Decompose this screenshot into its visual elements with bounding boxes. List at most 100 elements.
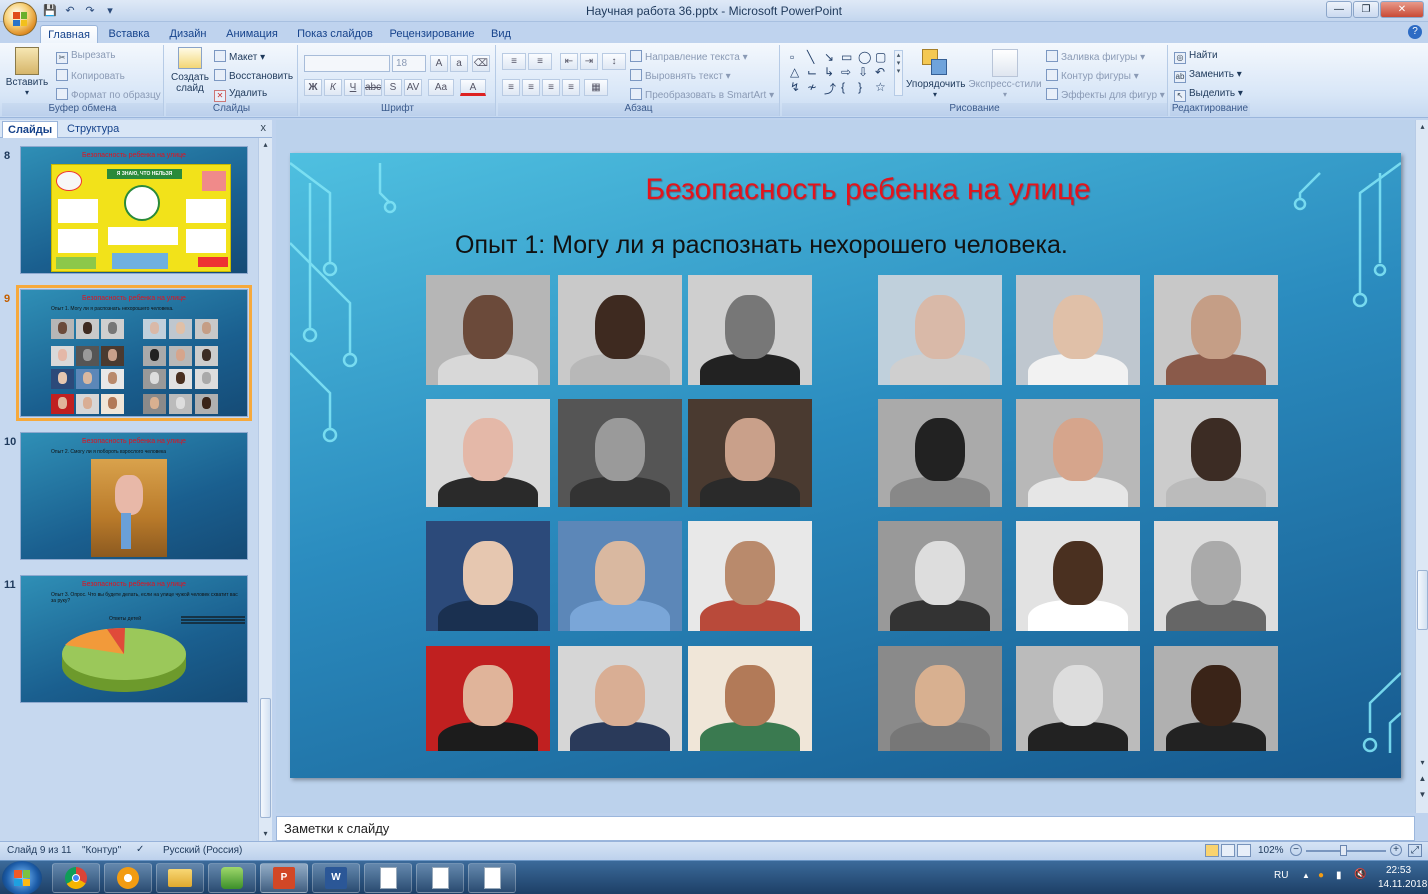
start-button[interactable]: [2, 861, 42, 894]
brace-right-shape-icon[interactable]: }: [858, 80, 875, 95]
elbow-arrow-shape-icon[interactable]: ↳: [824, 65, 841, 80]
zoom-out-icon[interactable]: −: [1290, 844, 1302, 856]
face-photo[interactable]: [878, 399, 1002, 507]
slide-title[interactable]: Безопасность ребенка на улице: [290, 173, 1401, 207]
arc-shape-icon[interactable]: ↶: [875, 65, 892, 80]
minimize-button[interactable]: —: [1326, 1, 1352, 18]
triangle-shape-icon[interactable]: △: [790, 65, 807, 80]
tab-design[interactable]: Дизайн: [164, 25, 212, 44]
face-photo[interactable]: [558, 521, 682, 631]
shapes-gallery[interactable]: ▫ ╲ ↘ ▭ ◯ ▢ △ ⌙ ↳ ⇨ ⇩ ↶ ↯ ≁ ⤴{} ☆: [790, 50, 896, 96]
scroll-down-icon[interactable]: ▾: [259, 827, 272, 841]
face-photo[interactable]: [426, 646, 550, 751]
line-spacing-icon[interactable]: ↕: [602, 53, 626, 70]
face-photo[interactable]: [1154, 521, 1278, 631]
textbox-shape-icon[interactable]: ▫: [790, 50, 807, 65]
zoom-level[interactable]: 102%: [1258, 845, 1284, 856]
document-taskbar-button[interactable]: [364, 863, 412, 893]
word-taskbar-button[interactable]: W: [312, 863, 360, 893]
underline-icon[interactable]: Ч: [344, 79, 362, 96]
face-photo[interactable]: [426, 521, 550, 631]
clock-date[interactable]: 14.11.2018: [1378, 879, 1427, 890]
explorer-taskbar-button[interactable]: [156, 863, 204, 893]
shadow-icon[interactable]: S: [384, 79, 402, 96]
current-slide[interactable]: Безопасность ребенка на улице Опыт 1: Мо…: [290, 153, 1401, 778]
rectangle-shape-icon[interactable]: ▭: [841, 50, 858, 65]
bold-icon[interactable]: Ж: [304, 79, 322, 96]
justify-icon[interactable]: ≡: [562, 79, 580, 96]
brace-left-shape-icon[interactable]: {: [841, 80, 858, 95]
italic-icon[interactable]: К: [324, 79, 342, 96]
face-photo[interactable]: [558, 399, 682, 507]
down-arrow-shape-icon[interactable]: ⇩: [858, 65, 875, 80]
input-language[interactable]: RU: [1274, 870, 1288, 881]
normal-view-icon[interactable]: [1205, 844, 1219, 857]
notes-pane[interactable]: Заметки к слайду: [276, 816, 1415, 841]
slide-thumbnail-9[interactable]: Безопасность ребенка на улице Опыт 1. Мо…: [16, 285, 252, 421]
tab-insert[interactable]: Вставка: [104, 25, 154, 44]
increase-indent-icon[interactable]: ⇥: [580, 53, 598, 70]
right-arrow-shape-icon[interactable]: ⇨: [841, 65, 858, 80]
tab-slideshow[interactable]: Показ слайдов: [294, 25, 376, 44]
delete-slide-button[interactable]: ✕ Удалить: [214, 88, 267, 102]
line-shape-icon[interactable]: ╲: [807, 50, 824, 65]
face-photo[interactable]: [1154, 275, 1278, 385]
slide-subtitle[interactable]: Опыт 1: Могу ли я распознать нехорошего …: [455, 231, 1068, 260]
arrow-line-shape-icon[interactable]: ↘: [824, 50, 841, 65]
format-painter-button[interactable]: Формат по образцу: [56, 88, 161, 101]
columns-icon[interactable]: ▦: [584, 79, 608, 96]
copy-button[interactable]: Копировать: [56, 69, 125, 82]
fit-window-icon[interactable]: ⤢: [1408, 844, 1422, 857]
slideshow-view-icon[interactable]: [1237, 844, 1251, 857]
curve-shape-icon[interactable]: ≁: [807, 80, 824, 95]
canvas-scrollbar[interactable]: ▴ ▾ ▲ ▼: [1415, 120, 1428, 813]
select-button[interactable]: ↖ Выделить ▾: [1174, 88, 1243, 102]
paste-button[interactable]: Вставить ▾: [4, 47, 50, 99]
tab-slides[interactable]: Слайды: [2, 121, 59, 138]
oval-shape-icon[interactable]: ◯: [858, 50, 875, 65]
elbow-shape-icon[interactable]: ⌙: [807, 65, 824, 80]
help-icon[interactable]: ?: [1408, 25, 1422, 39]
strikethrough-icon[interactable]: abc: [364, 79, 382, 96]
clear-format-icon[interactable]: ⌫: [472, 55, 490, 72]
face-photo[interactable]: [426, 275, 550, 385]
network-taskbar-button[interactable]: [208, 863, 256, 893]
face-photo[interactable]: [558, 275, 682, 385]
face-photo[interactable]: [688, 646, 812, 751]
shape-fill-button[interactable]: Заливка фигуры ▾: [1046, 50, 1145, 63]
tab-outline[interactable]: Структура: [62, 121, 124, 138]
document-taskbar-button[interactable]: [416, 863, 464, 893]
settings-taskbar-button[interactable]: [104, 863, 152, 893]
spacing-icon[interactable]: AV: [404, 79, 422, 96]
grow-font-icon[interactable]: A: [430, 55, 448, 72]
font-size-field[interactable]: 18: [392, 55, 426, 72]
tray-expand-icon[interactable]: ▲: [1302, 871, 1310, 880]
shapes-scroll-icon[interactable]: ▴ ▾ ▾: [894, 50, 903, 96]
clock-time[interactable]: 22:53: [1386, 865, 1411, 876]
align-text-button[interactable]: Выровнять текст ▾: [630, 69, 731, 82]
align-center-icon[interactable]: ≡: [522, 79, 540, 96]
lightning-shape-icon[interactable]: ↯: [790, 80, 807, 95]
face-photo[interactable]: [1016, 399, 1140, 507]
text-direction-button[interactable]: Направление текста ▾: [630, 50, 748, 63]
arrange-button[interactable]: Упорядочить ▾: [906, 49, 966, 99]
smartart-button[interactable]: Преобразовать в SmartArt ▾: [630, 88, 774, 101]
sorter-view-icon[interactable]: [1221, 844, 1235, 857]
shape-outline-button[interactable]: Контур фигуры ▾: [1046, 69, 1139, 82]
tab-home[interactable]: Главная: [40, 25, 98, 44]
close-button[interactable]: ✕: [1380, 1, 1424, 18]
face-photo[interactable]: [1016, 521, 1140, 631]
zoom-slider-thumb[interactable]: [1340, 845, 1347, 856]
rounded-rect-shape-icon[interactable]: ▢: [875, 50, 892, 65]
maximize-button[interactable]: ❐: [1353, 1, 1379, 18]
face-photo[interactable]: [688, 399, 812, 507]
scroll-up-icon[interactable]: ▴: [259, 138, 272, 152]
volume-muted-icon[interactable]: 🔇: [1354, 869, 1366, 880]
face-photo[interactable]: [688, 275, 812, 385]
bullets-icon[interactable]: ≡: [502, 53, 526, 70]
office-button[interactable]: [3, 2, 37, 36]
spellcheck-icon[interactable]: ✓: [136, 844, 144, 855]
star-shape-icon[interactable]: ☆: [875, 80, 892, 95]
face-photo[interactable]: [688, 521, 812, 631]
slide-thumbnail-11[interactable]: Безопасность ребенка на улице Опыт 3. Оп…: [20, 575, 248, 703]
